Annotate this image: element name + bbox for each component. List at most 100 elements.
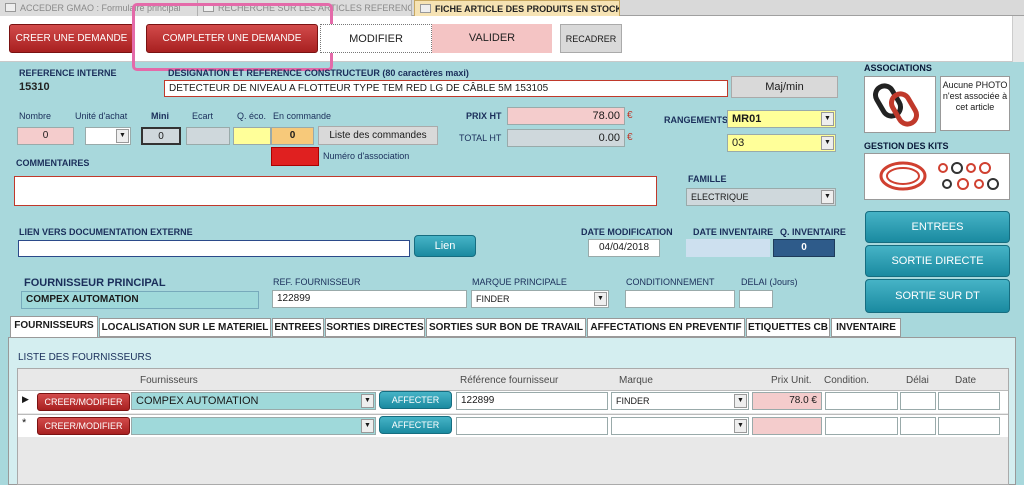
chevron-down-icon[interactable]: ▼ <box>361 419 374 433</box>
date-row-field[interactable] <box>938 392 1000 410</box>
designation-field[interactable]: DETECTEUR DE NIVEAU A FLOTTEUR TYPE TEM … <box>164 80 728 97</box>
qeco-label: Q. éco. <box>237 111 267 121</box>
chevron-down-icon[interactable]: ▼ <box>734 419 747 433</box>
ecart-field <box>186 127 230 145</box>
rangements-label: RANGEMENTS <box>664 115 729 125</box>
row-selector-icon[interactable]: ▶ <box>22 394 29 405</box>
rangement-2-select[interactable]: 03 ▼ <box>727 134 836 152</box>
designation-label: DESIGNATION ET REFERENCE CONSTRUCTEUR (8… <box>168 68 469 78</box>
prix-field[interactable]: 78.0 € <box>752 392 822 410</box>
chevron-down-icon[interactable]: ▼ <box>734 394 747 408</box>
chevron-down-icon[interactable]: ▼ <box>116 129 129 143</box>
form-icon <box>420 4 431 13</box>
condition-field[interactable] <box>825 417 898 435</box>
total-ht-label: TOTAL HT <box>459 133 502 143</box>
affecter-button[interactable]: AFFECTER <box>379 416 452 434</box>
delai-row-field[interactable] <box>900 417 936 435</box>
delai-field[interactable] <box>739 290 773 308</box>
delai-row-field[interactable] <box>900 392 936 410</box>
marque-principale-select[interactable]: FINDER ▼ <box>471 290 609 308</box>
tab-entrees[interactable]: ENTREES <box>272 318 324 337</box>
marque-select[interactable]: FINDER ▼ <box>611 392 749 410</box>
famille-select[interactable]: ELECTRIQUE ▼ <box>686 188 836 206</box>
sortie-directe-button[interactable]: SORTIE DIRECTE <box>865 245 1010 277</box>
tab-sorties-bon-travail[interactable]: SORTIES SUR BON DE TRAVAIL <box>426 318 586 337</box>
fournisseur-principal-label: FOURNISSEUR PRINCIPAL <box>24 277 166 289</box>
chevron-down-icon[interactable]: ▼ <box>821 112 834 126</box>
liste-commandes-button[interactable]: Liste des commandes <box>318 126 438 145</box>
header-marque: Marque <box>619 375 653 386</box>
condition-field[interactable] <box>825 392 898 410</box>
liste-fournisseurs-title: LISTE DES FOURNISSEURS <box>18 352 152 363</box>
associations-image[interactable] <box>864 76 936 133</box>
lien-label: LIEN VERS DOCUMENTATION EXTERNE <box>19 227 193 237</box>
qeco-field[interactable] <box>233 127 271 145</box>
ecart-label: Ecart <box>192 111 214 121</box>
total-ht-currency: € <box>627 132 633 143</box>
lien-field[interactable] <box>18 240 410 257</box>
fournisseur-select[interactable]: COMPEX AUTOMATION ▼ <box>131 392 376 410</box>
prix-field[interactable] <box>752 417 822 435</box>
creer-modifier-button[interactable]: CREER/MODIFIER <box>37 393 130 411</box>
reference-field[interactable]: 122899 <box>456 392 608 410</box>
date-modification-label: DATE MODIFICATION <box>581 227 673 237</box>
chevron-down-icon[interactable]: ▼ <box>821 190 834 204</box>
header-delai: Délai <box>906 375 929 386</box>
chevron-down-icon[interactable]: ▼ <box>594 292 607 306</box>
valider-button[interactable]: VALIDER <box>432 24 552 53</box>
header-date: Date <box>955 375 977 386</box>
association-color-box <box>271 147 319 166</box>
delai-label: DELAI (Jours) <box>741 277 798 287</box>
tab-sorties-directes[interactable]: SORTIES DIRECTES <box>325 318 425 337</box>
tab-inventaire[interactable]: INVENTAIRE <box>831 318 901 337</box>
commentaires-label: COMMENTAIRES <box>16 158 90 168</box>
marque-select[interactable]: ▼ <box>611 417 749 435</box>
chevron-down-icon[interactable]: ▼ <box>361 394 374 408</box>
prix-ht-field[interactable]: 78.00 <box>507 107 625 125</box>
window-tab-fiche-article[interactable]: FICHE ARTICLE DES PRODUITS EN STOCK <box>414 0 620 16</box>
modifier-button[interactable]: MODIFIER <box>320 24 432 53</box>
fournisseur-select[interactable]: ▼ <box>131 417 376 435</box>
commande-field: 0 <box>271 127 314 145</box>
creer-modifier-button[interactable]: CREER/MODIFIER <box>37 417 130 435</box>
reference-field[interactable] <box>456 417 608 435</box>
unite-select[interactable]: ▼ <box>85 127 131 145</box>
conditionnement-field[interactable] <box>625 290 735 308</box>
new-row-icon[interactable]: * <box>22 417 26 429</box>
tab-localisation[interactable]: LOCALISATION SUR LE MATERIEL <box>99 318 271 337</box>
tab-etiquettes-cb[interactable]: ETIQUETTES CB <box>746 318 830 337</box>
chain-link-icon <box>873 83 919 127</box>
majmin-button[interactable]: Maj/min <box>731 76 838 98</box>
famille-label: FAMILLE <box>688 174 727 184</box>
tab-affectations-preventif[interactable]: AFFECTATIONS EN PREVENTIF <box>587 318 745 337</box>
tab-fournisseurs[interactable]: FOURNISSEURS <box>10 316 98 338</box>
commentaires-field[interactable] <box>14 176 657 206</box>
conditionnement-label: CONDITIONNEMENT <box>626 277 715 287</box>
entrees-button[interactable]: ENTREES <box>865 211 1010 243</box>
form-icon <box>5 3 16 12</box>
kits-image[interactable] <box>864 153 1010 200</box>
fournisseur-principal-field: COMPEX AUTOMATION <box>21 291 259 309</box>
lien-button[interactable]: Lien <box>414 235 476 257</box>
reference-value: 15310 <box>19 81 50 93</box>
commande-label: En commande <box>273 111 332 121</box>
mini-label: Mini <box>151 111 169 121</box>
reference-label: REFERENCE INTERNE <box>19 68 117 78</box>
rangement-1-select[interactable]: MR01 ▼ <box>727 110 836 128</box>
creer-demande-button[interactable]: CREER UNE DEMANDE <box>9 24 134 53</box>
mini-field[interactable]: 0 <box>141 127 181 145</box>
total-ht-field: 0.00 <box>507 129 625 147</box>
association-label: Numéro d'association <box>323 151 410 161</box>
ref-fournisseur-field[interactable]: 122899 <box>272 290 467 308</box>
nombre-field[interactable]: 0 <box>17 127 74 145</box>
o-rings-icon <box>879 161 999 191</box>
date-row-field[interactable] <box>938 417 1000 435</box>
recadrer-button[interactable]: RECADRER <box>560 24 622 53</box>
prix-ht-currency: € <box>627 110 633 121</box>
sortie-dt-button[interactable]: SORTIE SUR DT <box>865 279 1010 313</box>
header-fournisseurs: Fournisseurs <box>140 375 198 386</box>
toolbar-scrollbar[interactable] <box>1012 16 1024 62</box>
q-inventaire-field: 0 <box>773 239 835 257</box>
chevron-down-icon[interactable]: ▼ <box>821 136 834 150</box>
affecter-button[interactable]: AFFECTER <box>379 391 452 409</box>
